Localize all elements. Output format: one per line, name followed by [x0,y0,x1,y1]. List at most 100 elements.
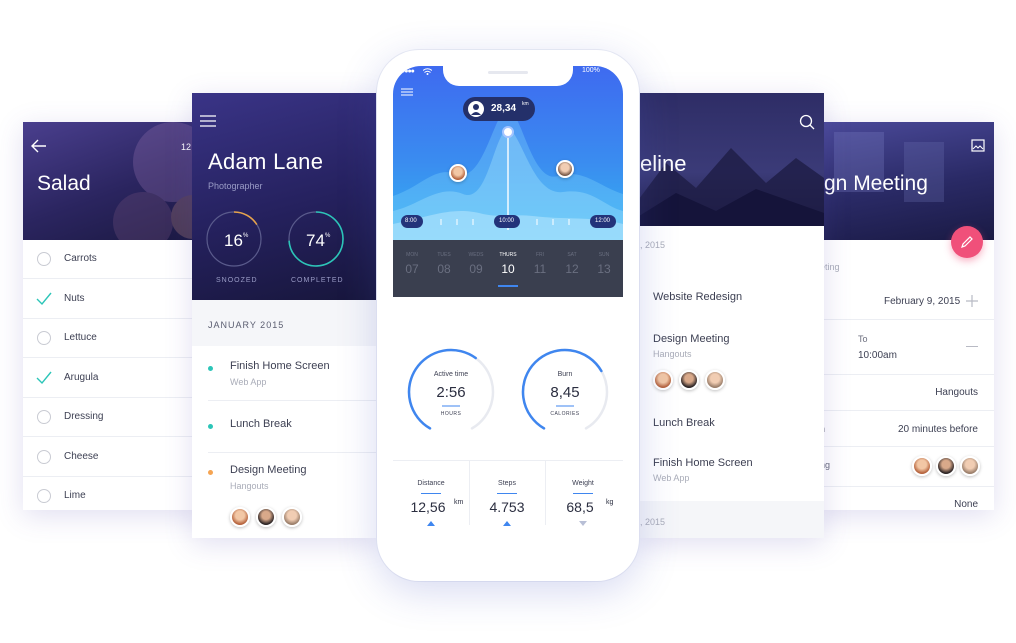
event-divider [208,452,378,453]
day-name: FRI [535,252,545,258]
ring-unit: HOURS [440,411,462,417]
friend-avatar[interactable] [556,160,574,178]
metric-unit: km [454,499,464,506]
day-weds[interactable]: WEDS 09 [462,240,490,297]
menu-icon[interactable] [401,88,413,96]
metric-divider [469,461,470,525]
day-number: 07 [405,262,419,276]
wifi-icon [423,68,432,75]
ring-labels: Active time 2:56 HOURS Burn 8,45 CALORIES [393,332,623,452]
ring-value: 8,45 [550,384,580,401]
attendee-avatar[interactable] [653,370,673,390]
checkbox-empty-icon[interactable] [37,449,51,464]
event-subtitle: Web App [230,377,267,387]
meeting-card: gn Meeting eting February 9, 2015 To 10:… [814,122,994,510]
day-fri[interactable]: FRI 11 [526,240,554,297]
metrics-row: Distance 12,56 km Steps 4.753 Weight 68,5 kg [393,461,623,541]
check-icon[interactable] [36,292,52,306]
event-subtitle: Hangouts [230,481,269,491]
checklist-item[interactable]: Cheese [23,438,203,477]
profile-header: Adam Lane Photographer 16 % SNOOZED 74 %… [192,93,378,300]
metric-divider [545,461,546,525]
day-sat[interactable]: SAT 12 [558,240,586,297]
notch [443,66,573,86]
back-arrow-icon[interactable] [31,139,47,153]
pencil-icon [961,236,973,248]
checklist-item[interactable]: Carrots [23,240,203,279]
event-title[interactable]: Finish Home Screen [230,360,330,372]
checklist-item-label: Cheese [64,450,99,462]
search-icon[interactable] [799,114,815,130]
day-number: 10 [501,262,515,276]
day-mon[interactable]: MON 07 [398,240,426,297]
attendee-avatar[interactable] [256,507,276,527]
day-tues[interactable]: TUES 08 [430,240,458,297]
meeting-sep-4 [820,446,994,447]
meeting-sep-1 [820,319,994,320]
meeting-reminder[interactable]: 20 minutes before [898,424,978,435]
metric-label: Weight [572,480,594,487]
salad-header: 12 Salad [23,122,203,240]
timeline-item-title[interactable]: Lunch Break [653,417,715,429]
attendee-avatar[interactable] [705,370,725,390]
check-icon[interactable] [36,371,52,385]
guest-avatar[interactable] [912,456,932,476]
guest-avatar[interactable] [960,456,980,476]
signal-icon: ●●●● [401,68,415,75]
day-row: MON 07 TUES 08 WEDS 09 THURS 10 FRI 11 SAT 12 SUN 13 [393,240,623,297]
meeting-repeat[interactable]: None [954,499,978,510]
day-number: 13 [597,262,611,276]
guest-avatar[interactable] [936,456,956,476]
meeting-to-time[interactable]: 10:00am [858,350,897,361]
collapse-dash-icon[interactable] [966,346,978,347]
meeting-date[interactable]: February 9, 2015 [884,296,960,307]
menu-icon[interactable] [200,115,216,127]
checkbox-empty-icon[interactable] [37,331,51,345]
metric-label: Steps [498,480,516,487]
day-sun[interactable]: SUN 13 [590,240,618,297]
metric-distance[interactable]: Distance 12,56 km [393,461,469,541]
metric-value: 68,5 [566,499,594,515]
timeline-item-subtitle: Hangouts [653,349,692,359]
event-title[interactable]: Design Meeting [230,464,306,476]
day-name: THURS [499,252,517,258]
timeline-month-top: , 2015 [640,240,666,250]
attendee-avatar[interactable] [230,507,250,527]
add-icon[interactable] [966,295,978,307]
snoozed-value: 16 [224,231,243,250]
timeline-header: eline [636,93,824,226]
checklist-item[interactable]: Dressing [23,398,203,437]
edit-fab-button[interactable] [951,226,983,258]
checkbox-empty-icon[interactable] [37,252,51,266]
friend-avatar[interactable] [449,164,467,182]
checkbox-empty-icon[interactable] [37,489,51,503]
day-name: SAT [567,252,577,258]
day-name: SUN [598,252,610,258]
event-title[interactable]: Lunch Break [230,418,292,430]
metric-value: 12,56 [410,499,446,515]
image-icon[interactable] [971,139,985,152]
ring-value: 2:56 [436,384,466,401]
timeline-item-title[interactable]: Design Meeting [653,333,729,345]
profile-role: Photographer [208,181,263,191]
checklist-item[interactable]: Nuts [23,280,203,319]
metric-weight[interactable]: Weight 68,5 kg [545,461,621,541]
timeline-item-title[interactable]: Finish Home Screen [653,457,753,469]
timeline-item-subtitle: Web App [653,473,690,483]
checklist-item-label: Arugula [64,371,99,383]
event-divider [208,400,378,401]
metric-steps[interactable]: Steps 4.753 [469,461,545,541]
checklist-item[interactable]: Lettuce [23,319,203,358]
activity-wave-chart [393,106,623,240]
attendee-avatar[interactable] [282,507,302,527]
checklist-item[interactable]: Lime [23,477,203,510]
timeline-item-title[interactable]: Website Redesign [653,291,742,303]
checklist-item[interactable]: Arugula [23,359,203,398]
day-thurs[interactable]: THURS 10 [494,240,522,297]
metric-unit: kg [606,499,614,506]
attendee-avatar[interactable] [679,370,699,390]
event-dot [208,424,213,429]
checkbox-empty-icon[interactable] [37,410,51,424]
checklist-item-label: Carrots [64,253,97,264]
meeting-location[interactable]: Hangouts [935,387,978,398]
